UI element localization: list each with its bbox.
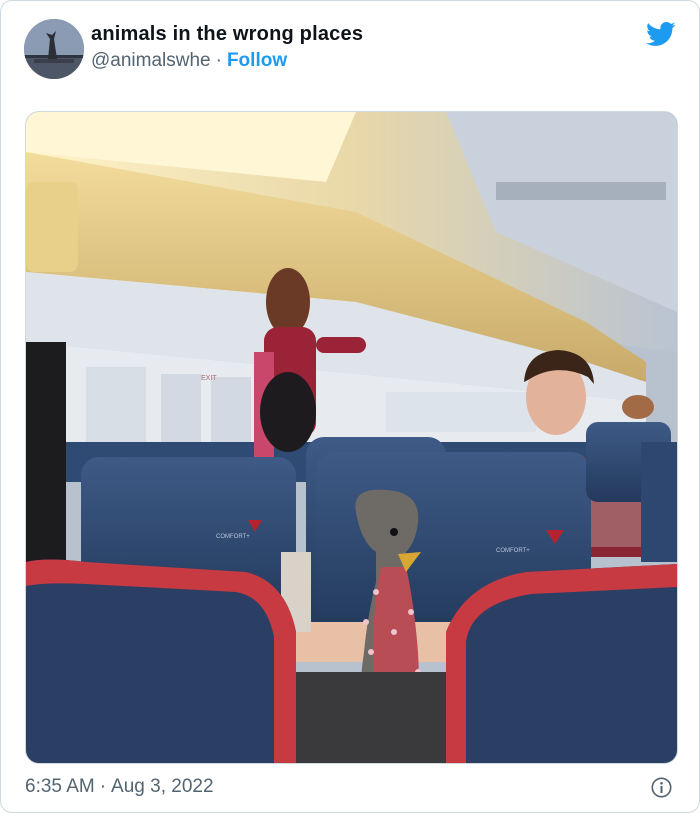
avatar[interactable] [24, 19, 84, 79]
seat-label-left: COMFORT+ [216, 534, 250, 540]
display-name[interactable]: animals in the wrong places [91, 23, 363, 46]
tweet-date: Aug 3, 2022 [111, 776, 214, 797]
seat-label-right: COMFORT+ [496, 548, 530, 554]
info-icon[interactable] [651, 777, 672, 798]
separator-dot: · [215, 50, 222, 71]
tweet-card: animals in the wrong places @animalswhe ·… [0, 0, 700, 813]
handle-row: @animalswhe · Follow [91, 50, 287, 72]
tweet-photo[interactable]: COMFORT+ COMFORT+ EXIT [25, 111, 678, 764]
timestamp-separator: · [99, 776, 107, 797]
twitter-bird-icon[interactable] [645, 19, 677, 49]
tweet-time: 6:35 AM [25, 776, 95, 797]
follow-button[interactable]: Follow [227, 50, 287, 71]
user-handle[interactable]: @animalswhe [91, 50, 211, 71]
exit-sign: EXIT [201, 375, 217, 382]
tweet-timestamp[interactable]: 6:35 AM · Aug 3, 2022 [25, 776, 214, 798]
